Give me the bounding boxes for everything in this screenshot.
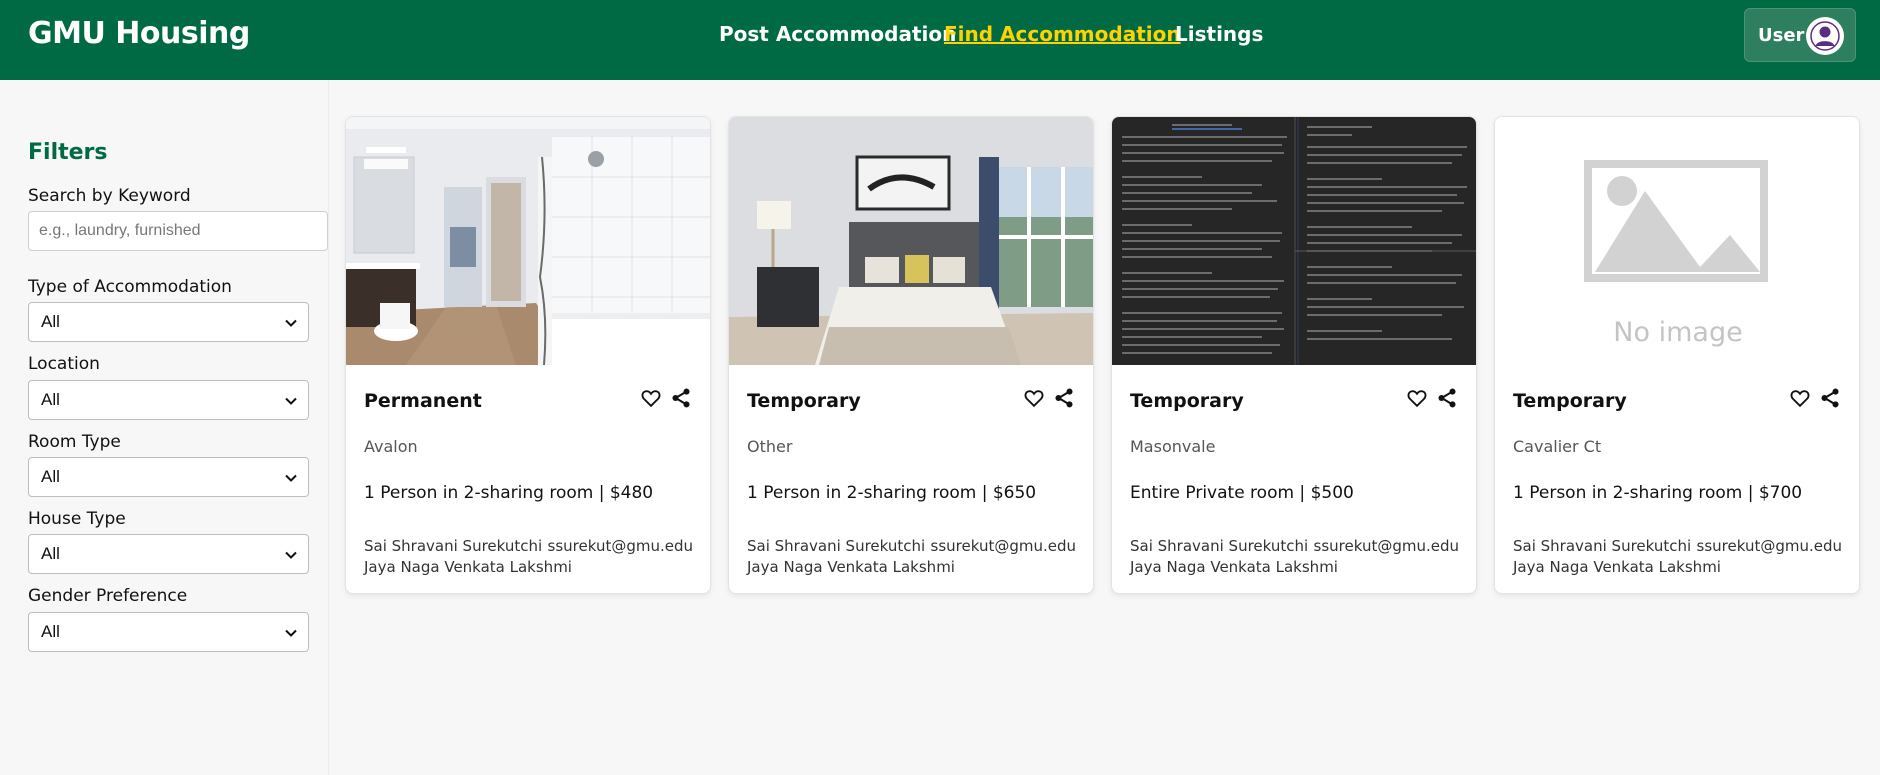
gender-label: Gender Preference [28,586,188,606]
listing-room-price: Entire Private room | $500 [1130,483,1354,503]
listing-card[interactable]: Permanent Avalon 1 Person in 2-sharing r… [345,116,711,594]
listing-card[interactable]: No image Temporary Cavalier Ct 1 Person … [1494,116,1860,594]
listing-card[interactable]: Temporary Other 1 Person in 2-sharing ro… [728,116,1094,594]
location-select[interactable]: All [28,380,309,420]
share-icon[interactable] [1436,387,1458,409]
listing-room-price: 1 Person in 2-sharing room | $480 [364,483,654,503]
chevron-down-icon [285,551,297,559]
gender-select-value: All [41,622,60,641]
listing-email[interactable]: ssurekut@gmu.edu [1314,537,1459,555]
chevron-down-icon [285,319,297,327]
listing-owner-name-continued: Jaya Naga Venkata Lakshmi [747,558,955,576]
house-type-select-value: All [41,544,60,563]
type-select[interactable]: All [28,302,309,342]
heart-icon[interactable] [1789,387,1811,409]
house-type-select[interactable]: All [28,534,309,574]
listing-photo[interactable] [346,117,710,365]
listing-email[interactable]: ssurekut@gmu.edu [1697,537,1842,555]
keyword-label: Search by Keyword [28,186,191,206]
user-label: User [1758,24,1805,46]
house-type-label: House Type [28,509,126,529]
listing-location: Cavalier Ct [1513,437,1602,456]
user-icon [1810,21,1840,51]
listing-photo[interactable] [729,117,1093,365]
listing-email[interactable]: ssurekut@gmu.edu [931,537,1076,555]
room-type-select-value: All [41,467,60,486]
gender-select[interactable]: All [28,612,309,652]
bathroom-photo [346,117,710,365]
heart-icon[interactable] [1406,387,1428,409]
chevron-down-icon [285,397,297,405]
listing-photo[interactable] [1112,117,1476,365]
listing-card[interactable]: Temporary Masonvale Entire Private room … [1111,116,1477,594]
listing-location: Other [747,437,793,456]
chevron-down-icon [285,629,297,637]
listing-owner-name-continued: Jaya Naga Venkata Lakshmi [364,558,572,576]
filters-title: Filters [28,140,108,165]
nav-find-accommodation[interactable]: Find Accommodation [944,22,1181,46]
document-screenshot [1112,117,1476,365]
chevron-down-icon [285,474,297,482]
listing-location: Avalon [364,437,418,456]
no-image-text: No image [1613,317,1743,348]
listing-photo[interactable]: No image [1495,117,1859,365]
listing-owner-name: Sai Shravani Surekutchi [364,537,543,555]
avatar [1806,17,1844,55]
share-icon[interactable] [670,387,692,409]
listing-owner-name: Sai Shravani Surekutchi [1513,537,1692,555]
nav-listings[interactable]: Listings [1175,22,1263,46]
listing-owner-name: Sai Shravani Surekutchi [747,537,926,555]
listing-location: Masonvale [1130,437,1216,456]
listing-type: Permanent [364,390,482,412]
listing-owner-name-continued: Jaya Naga Venkata Lakshmi [1130,558,1338,576]
listing-owner-name-continued: Jaya Naga Venkata Lakshmi [1513,558,1721,576]
bedroom-photo [729,117,1093,365]
type-select-value: All [41,312,60,331]
listing-type: Temporary [1513,390,1627,412]
location-select-value: All [41,390,60,409]
nav-post-accommodation[interactable]: Post Accommodation [719,22,956,46]
room-type-label: Room Type [28,432,121,452]
listing-room-price: 1 Person in 2-sharing room | $650 [747,483,1037,503]
heart-icon[interactable] [1023,387,1045,409]
user-menu-button[interactable]: User [1744,8,1856,62]
listing-type: Temporary [1130,390,1244,412]
share-icon[interactable] [1053,387,1075,409]
type-label: Type of Accommodation [28,277,232,297]
room-type-select[interactable]: All [28,457,309,497]
listing-owner-name: Sai Shravani Surekutchi [1130,537,1309,555]
heart-icon[interactable] [640,387,662,409]
main-nav: Post Accommodation Find Accommodation Li… [0,22,1880,52]
filters-sidebar: Filters Search by Keyword Type of Accomm… [0,80,329,775]
share-icon[interactable] [1819,387,1841,409]
location-label: Location [28,354,100,374]
keyword-search-input[interactable] [28,211,328,251]
listing-type: Temporary [747,390,861,412]
top-navbar: GMU Housing Post Accommodation Find Acco… [0,0,1880,80]
listing-room-price: 1 Person in 2-sharing room | $700 [1513,483,1803,503]
listing-email[interactable]: ssurekut@gmu.edu [548,537,693,555]
